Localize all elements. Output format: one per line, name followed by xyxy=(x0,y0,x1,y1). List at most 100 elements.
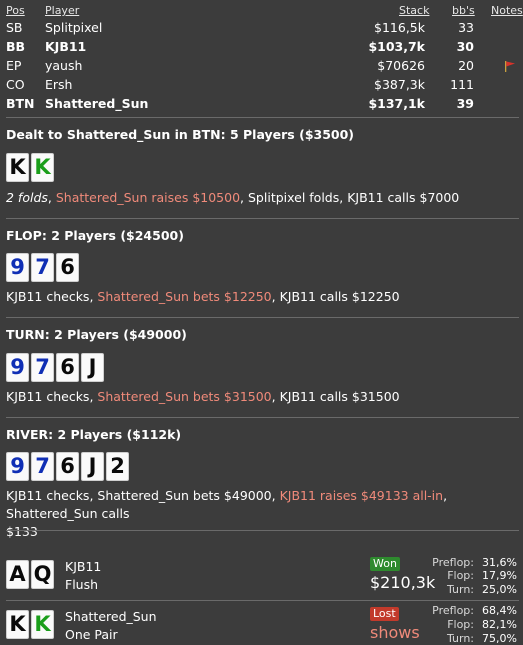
equity-label: Flop: xyxy=(447,618,474,631)
player-row: EP yaush $70626 20 xyxy=(0,56,523,75)
playing-card: J xyxy=(81,353,104,382)
player-stack: $116,5k xyxy=(374,20,425,35)
player-row: BB KJB11 $103,7k 30 xyxy=(0,37,523,56)
equity-label: Preflop: xyxy=(432,604,474,617)
player-name: KJB11 xyxy=(45,39,87,54)
showdown-cards: A Q xyxy=(6,560,54,590)
flop-title: FLOP: 2 Players ($24500) xyxy=(6,228,184,243)
action-text: , KJB11 calls $12250 xyxy=(271,289,400,304)
playing-card: 6 xyxy=(56,353,79,382)
action-highlight: Shattered_Sun bets $31500 xyxy=(97,389,272,404)
player-bbs: 33 xyxy=(458,20,474,35)
playing-card: K xyxy=(6,610,29,639)
action-text: 2 folds xyxy=(6,190,48,205)
playing-card: 7 xyxy=(31,353,54,382)
equity-label: Flop: xyxy=(447,569,474,582)
header-stack[interactable]: Stack xyxy=(399,4,429,17)
playing-card: 6 xyxy=(56,253,79,282)
playing-card: 9 xyxy=(6,452,29,481)
divider xyxy=(6,417,519,418)
action-text: KJB11 checks, Shattered_Sun bets $49000, xyxy=(6,488,280,503)
result-amount: shows xyxy=(370,623,420,642)
playing-card: J xyxy=(81,452,104,481)
divider xyxy=(6,600,519,601)
equity-label: Turn: xyxy=(446,632,474,645)
showdown-cards: K K xyxy=(6,610,54,640)
river-title: RIVER: 2 Players ($112k) xyxy=(6,427,182,442)
player-stack: $103,7k xyxy=(368,39,425,54)
river-actions: KJB11 checks, Shattered_Sun bets $49000,… xyxy=(6,487,515,541)
flop-actions: KJB11 checks, Shattered_Sun bets $12250,… xyxy=(6,288,515,306)
equity-value: 82,1% xyxy=(482,618,517,631)
playing-card: 7 xyxy=(31,452,54,481)
player-stack: $70626 xyxy=(377,58,425,73)
player-bbs: 111 xyxy=(450,77,474,92)
action-text: KJB11 checks, xyxy=(6,389,98,404)
equity-label: Preflop: xyxy=(432,556,474,569)
equity-value: 31,6% xyxy=(482,556,517,569)
result-hand: Flush xyxy=(65,577,99,592)
player-bbs: 39 xyxy=(456,96,474,111)
action-text: , xyxy=(240,190,248,205)
result-hand: One Pair xyxy=(65,627,118,642)
turn-actions: KJB11 checks, Shattered_Sun bets $31500,… xyxy=(6,388,515,406)
player-name: yaush xyxy=(45,58,83,73)
playing-card: K xyxy=(6,153,29,182)
divider xyxy=(6,317,519,318)
action-highlight: KJB11 raises $49133 all-in xyxy=(279,488,444,503)
player-row: SB Splitpixel $116,5k 33 xyxy=(0,18,523,37)
player-bbs: 20 xyxy=(458,58,474,73)
player-name: Ersh xyxy=(45,77,73,92)
equity-value: 75,0% xyxy=(482,632,517,645)
board-cards: 9 7 6 J xyxy=(6,353,104,383)
action-text: $133 xyxy=(6,524,38,539)
action-text: , xyxy=(47,190,56,205)
header-pos[interactable]: Pos xyxy=(6,4,25,17)
playing-card: Q xyxy=(31,560,54,589)
result-player-name: KJB11 xyxy=(65,559,102,574)
equity-label: Turn: xyxy=(446,583,474,596)
won-badge: Won xyxy=(370,557,400,571)
equity-value: 17,9% xyxy=(482,569,517,582)
action-highlight: Shattered_Sun raises $10500 xyxy=(55,190,241,205)
player-stack: $387,3k xyxy=(374,77,425,92)
player-row: BTN Shattered_Sun $137,1k 39 xyxy=(0,94,523,113)
lost-badge: Lost xyxy=(370,607,399,621)
equity-value: 25,0% xyxy=(482,583,517,596)
playing-card: 2 xyxy=(106,452,129,481)
player-pos: SB xyxy=(6,20,23,35)
player-stack: $137,1k xyxy=(368,96,425,111)
player-name: Splitpixel xyxy=(45,20,103,35)
player-pos: CO xyxy=(6,77,25,92)
equity-value: 68,4% xyxy=(482,604,517,617)
playing-card: A xyxy=(6,560,29,589)
action-text: , KJB11 calls $31500 xyxy=(271,389,400,404)
preflop-title: Dealt to Shattered_Sun in BTN: 5 Players… xyxy=(6,127,355,142)
board-cards: 9 7 6 J 2 xyxy=(6,452,129,482)
player-bbs: 30 xyxy=(456,39,474,54)
red-flag-icon[interactable] xyxy=(504,60,516,72)
result-player-name: Shattered_Sun xyxy=(65,609,157,624)
player-name: Shattered_Sun xyxy=(45,96,149,111)
header-bbs[interactable]: bb's xyxy=(452,4,475,17)
divider xyxy=(6,530,519,531)
header-notes[interactable]: Notes xyxy=(491,4,523,17)
playing-card: 9 xyxy=(6,353,29,382)
player-row: CO Ersh $387,3k 111 xyxy=(0,75,523,94)
turn-title: TURN: 2 Players ($49000) xyxy=(6,327,187,342)
playing-card: 7 xyxy=(31,253,54,282)
playing-card: 6 xyxy=(56,452,79,481)
hole-cards: K K xyxy=(6,153,54,183)
player-pos: BB xyxy=(6,39,26,54)
playing-card: 9 xyxy=(6,253,29,282)
player-pos: BTN xyxy=(6,96,35,111)
action-highlight: Shattered_Sun bets $12250 xyxy=(97,289,272,304)
playing-card: K xyxy=(31,153,54,182)
preflop-actions: 2 folds, Shattered_Sun raises $10500, Sp… xyxy=(6,189,515,207)
player-pos: EP xyxy=(6,58,22,73)
divider xyxy=(6,117,519,118)
action-text: KJB11 checks, xyxy=(6,289,98,304)
header-player[interactable]: Player xyxy=(45,4,79,17)
playing-card: K xyxy=(31,610,54,639)
action-text: Splitpixel folds, KJB11 calls $7000 xyxy=(248,190,460,205)
